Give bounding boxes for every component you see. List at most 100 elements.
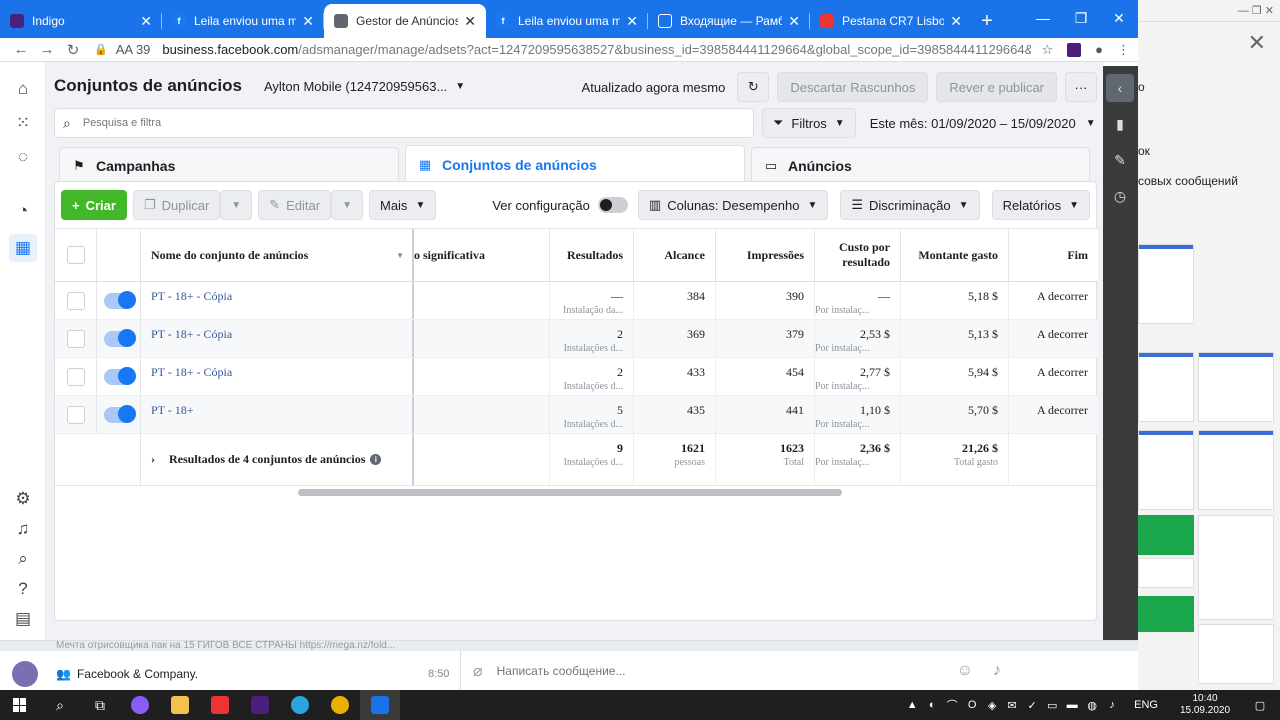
adset-name-link[interactable]: PT - 18+ - Cópia (151, 327, 232, 341)
indigo-icon[interactable] (240, 690, 280, 720)
menu-icon[interactable]: ⋮ (1117, 42, 1130, 58)
ads-manager-icon[interactable]: ▦ (9, 234, 37, 262)
close-icon[interactable]: ✕ (788, 13, 800, 30)
folder-icon[interactable] (160, 690, 200, 720)
windows-start-icon[interactable] (0, 690, 40, 720)
totals-label[interactable]: › Resultados de 4 conjuntos de anúncios … (151, 434, 382, 485)
name-column-header[interactable]: Nome do conjunto de anúncios ▼ (141, 229, 414, 281)
tray-icon[interactable]: ◐ (922, 699, 942, 711)
adset-name-link[interactable]: PT - 18+ - Cópia (151, 289, 232, 303)
browser-tab[interactable]: f Leila enviou uma mensagem ✕ (486, 4, 648, 38)
task-view-icon[interactable]: ⧉ (80, 690, 120, 720)
aa-badge[interactable]: AA 39 (116, 42, 151, 57)
cost-column-header[interactable]: Custo por resultado (815, 229, 901, 281)
yandex-icon[interactable] (200, 690, 240, 720)
edit-button[interactable]: ✎ Editar (258, 190, 332, 220)
sig-column-header[interactable]: o significativa (414, 229, 550, 281)
table-row[interactable]: PT - 18+ 5 Instalações d... 435 441 1,10 … (55, 396, 1098, 434)
tray-icon[interactable]: ▭ (1042, 699, 1062, 712)
battery-icon[interactable]: ▬ (1062, 699, 1082, 711)
table-row[interactable]: PT - 18+ - Cópia 2 Instalações d... 369 3… (55, 320, 1098, 358)
row-checkbox[interactable] (66, 405, 85, 424)
reports-button[interactable]: Relatórios ▼ (991, 190, 1090, 220)
thumbnail[interactable] (1138, 430, 1194, 510)
forward-icon[interactable]: → (34, 41, 60, 58)
impressions-column-header[interactable]: Impressões (716, 229, 815, 281)
assistant-icon[interactable] (120, 690, 160, 720)
close-icon[interactable]: ✕ (140, 13, 152, 30)
apps-grid-icon[interactable]: ⁙ (12, 112, 34, 134)
thumbnail[interactable] (1198, 430, 1274, 510)
microphone-icon[interactable]: ♪ (993, 662, 1001, 680)
search-box[interactable]: ⌕ (54, 108, 754, 138)
reach-column-header[interactable]: Alcance (634, 229, 716, 281)
end-column-header[interactable]: Fim (1009, 229, 1098, 281)
select-all-checkbox[interactable] (66, 246, 85, 264)
toggle-switch[interactable] (597, 197, 628, 213)
chevron-right-icon[interactable]: › (151, 452, 155, 467)
chart-icon[interactable]: ▮ (1106, 110, 1134, 138)
search-icon[interactable]: ⌕ (40, 690, 80, 720)
thumbnail[interactable] (1138, 596, 1194, 632)
date-range-selector[interactable]: Este mês: 01/09/2020 – 15/09/2020 ▼ (870, 116, 1096, 131)
thumbnail[interactable] (1198, 624, 1274, 684)
more-button[interactable]: Mais ▼ (368, 190, 437, 220)
thumbnail[interactable] (1198, 352, 1274, 422)
results-column-header[interactable]: Resultados (550, 229, 634, 281)
tab-campaigns[interactable]: ⚑ Campanhas (59, 147, 399, 183)
volume-icon[interactable]: ♪ (1102, 699, 1122, 711)
close-icon[interactable]: ✕ (950, 13, 962, 30)
tab-ads[interactable]: ▭ Anúncios (751, 147, 1090, 183)
maximize-icon[interactable]: ❐ (1062, 0, 1100, 36)
row-checkbox[interactable] (66, 329, 85, 348)
duplicate-button[interactable]: ❐ Duplicar (132, 190, 221, 220)
language-indicator[interactable]: ENG (1134, 699, 1158, 711)
discard-drafts-button[interactable]: Descartar Rascunhos (777, 72, 929, 102)
attach-icon[interactable]: ⌀ (473, 661, 483, 681)
close-icon[interactable]: ✕ (1100, 0, 1138, 36)
horizontal-scrollbar[interactable] (298, 489, 842, 496)
close-icon[interactable]: ✕ (464, 13, 476, 30)
search-input[interactable] (82, 117, 683, 129)
profile-icon[interactable]: ● (1095, 42, 1103, 57)
review-publish-button[interactable]: Rever e publicar (936, 72, 1057, 102)
opera-icon[interactable]: O (962, 699, 982, 711)
close-icon[interactable]: ✕ (302, 13, 314, 30)
status-toggle[interactable] (103, 366, 136, 385)
breakdown-button[interactable]: ☰ Discriminação ▼ (840, 190, 980, 220)
avatar[interactable] (12, 661, 38, 687)
tray-icon[interactable]: ✉ (1002, 699, 1022, 712)
url-field[interactable]: 🔒 AA 39 business.facebook.com /adsmanage… (94, 42, 1031, 57)
thumbnail[interactable] (1138, 515, 1194, 555)
row-checkbox[interactable] (66, 367, 85, 386)
spent-column-header[interactable]: Montante gasto (901, 229, 1009, 281)
tab-adsets[interactable]: ▦ Conjuntos de anúncios (405, 145, 745, 183)
more-options-button[interactable]: ··· (1065, 72, 1097, 102)
info-icon[interactable]: i (370, 454, 382, 465)
emoji-icon[interactable]: ☺ (957, 662, 973, 680)
browser-tab[interactable]: Входящие — Рамблер/почта ✕ (648, 4, 810, 38)
dashboard-icon[interactable]: ◔ (12, 200, 34, 222)
message-input[interactable] (496, 664, 937, 678)
notification-icon[interactable]: ▢ (1240, 699, 1280, 712)
browser-tab-active[interactable]: Gestor de Anúncios - Gestor ✕ (324, 4, 486, 38)
close-icon[interactable]: ✕ (1248, 30, 1266, 56)
tray-icon[interactable]: ▲ (902, 699, 922, 711)
edit-dropdown[interactable]: ▼ (331, 190, 363, 220)
table-row[interactable]: PT - 18+ - Cópia 2 Instalações d... 433 4… (55, 358, 1098, 396)
reload-icon[interactable]: ↻ (60, 41, 86, 59)
view-config-toggle[interactable]: Ver configuração (492, 197, 628, 213)
adset-name-link[interactable]: PT - 18+ (151, 403, 194, 417)
browser-tab[interactable]: f Leila enviou uma mensagem ✕ (162, 4, 324, 38)
pencil-icon[interactable]: ✎ (1106, 146, 1134, 174)
sort-icon[interactable]: ▼ (396, 251, 404, 260)
close-icon[interactable]: ✕ (626, 13, 638, 30)
clock-icon[interactable]: ◷ (1106, 182, 1134, 210)
panel-icon[interactable]: ▤ (12, 608, 34, 630)
status-toggle[interactable] (103, 290, 136, 309)
thumbnail[interactable] (1138, 244, 1194, 324)
thumbnail[interactable] (1138, 558, 1194, 588)
extension-icon[interactable] (1067, 42, 1082, 57)
status-toggle[interactable] (103, 328, 136, 347)
filters-button[interactable]: ⏷ Filtros ▼ (762, 108, 856, 138)
